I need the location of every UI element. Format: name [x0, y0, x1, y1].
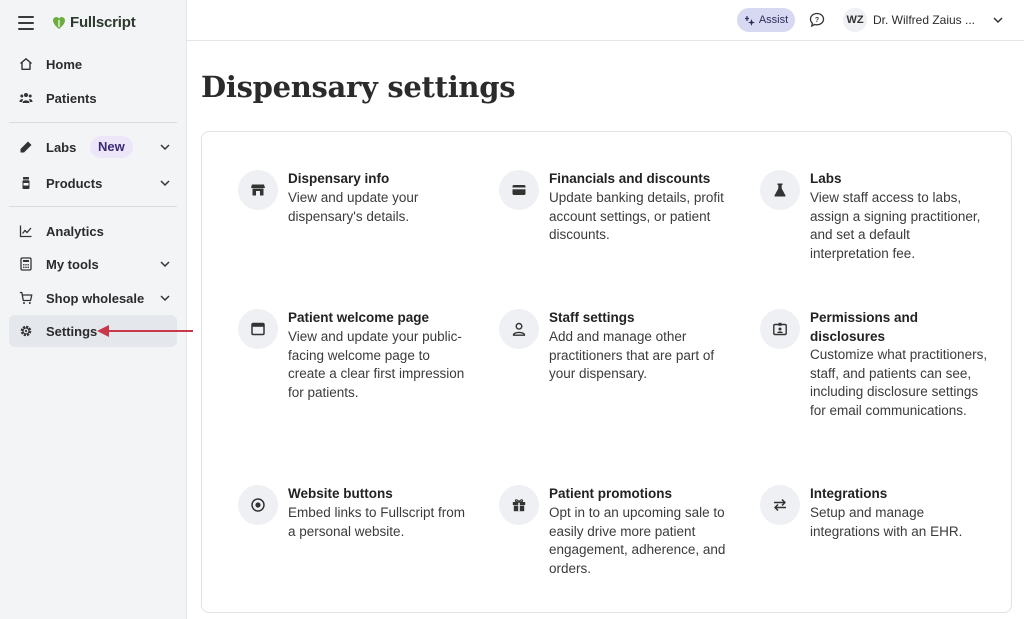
leaf-heart-icon: [53, 16, 65, 29]
sidebar-item-labs[interactable]: Labs New: [9, 131, 177, 163]
tile-title: Staff settings: [549, 310, 635, 325]
tile-title: Dispensary info: [288, 171, 390, 186]
hamburger-menu-icon[interactable]: [18, 16, 34, 30]
dropper-icon: [20, 141, 32, 153]
sparkle-icon: [744, 15, 755, 26]
tile-icon-circle: [238, 170, 278, 210]
tile-icon-circle: [238, 309, 278, 349]
sidebar-item-shop-wholesale[interactable]: Shop wholesale: [9, 282, 177, 314]
brand-bar: Fullscript: [0, 0, 187, 46]
flask-icon: [774, 183, 786, 197]
user-menu[interactable]: WZ Dr. Wilfred Zaius ...: [843, 8, 1003, 32]
tile-description: Embed links to Fullscript from a persona…: [288, 505, 466, 539]
sidebar-divider: [9, 122, 177, 123]
tile-title: Labs: [810, 171, 842, 186]
chevron-down-icon: [160, 180, 170, 187]
sidebar: Fullscript Home Patients Labs New Produc…: [0, 0, 187, 619]
fullscript-logo[interactable]: Fullscript: [52, 14, 136, 31]
tile-description: Opt in to an upcoming sale to easily dri…: [549, 505, 726, 576]
annotation-arrow-icon: [97, 325, 193, 337]
tile-description: View staff access to labs, assign a sign…: [810, 190, 981, 261]
sidebar-item-patients[interactable]: Patients: [9, 82, 177, 114]
page-title: Dispensary settings: [201, 70, 516, 104]
tile-description: Update banking details, profit account s…: [549, 190, 724, 242]
help-chat-icon[interactable]: ?: [809, 12, 825, 28]
people-icon: [19, 93, 33, 103]
sidebar-item-label: Patients: [46, 90, 97, 106]
sidebar-item-home[interactable]: Home: [9, 48, 177, 80]
sidebar-item-label: Labs: [46, 139, 77, 155]
tile-description: View and update your public-facing welco…: [288, 329, 465, 400]
sidebar-item-label: My tools: [46, 256, 99, 272]
id-badge-icon: [773, 322, 787, 336]
svg-text:?: ?: [815, 17, 819, 24]
brand-name: Fullscript: [70, 14, 136, 31]
radio-button-icon: [251, 498, 265, 512]
calculator-icon: [20, 257, 32, 271]
tile-title: Integrations: [810, 486, 888, 501]
tile-title: Patient welcome page: [288, 310, 430, 325]
tile-title: Patient promotions: [549, 486, 673, 501]
browser-window-icon: [251, 322, 265, 336]
chevron-down-icon: [160, 144, 170, 151]
chevron-down-icon: [160, 295, 170, 302]
tile-icon-circle: [760, 309, 800, 349]
sidebar-divider: [9, 206, 177, 207]
store-icon: [251, 184, 265, 196]
gift-icon: [512, 499, 526, 512]
tile-description: Add and manage other practitioners that …: [549, 329, 715, 381]
sidebar-item-label: Products: [46, 175, 103, 191]
tile-title: Financials and discounts: [549, 171, 711, 186]
chevron-down-icon: [993, 17, 1003, 24]
top-header: Assist ? WZ Dr. Wilfred Zaius ...: [187, 0, 1024, 41]
user-name: Dr. Wilfred Zaius ...: [873, 13, 976, 27]
sidebar-item-my-tools[interactable]: My tools: [9, 248, 177, 280]
assist-label: Assist: [758, 14, 789, 26]
sidebar-item-products[interactable]: Products: [9, 167, 177, 199]
tile-icon-circle: [760, 485, 800, 525]
swap-arrows-icon: [774, 498, 786, 512]
bottle-icon: [22, 177, 30, 189]
tile-icon-circle: [499, 309, 539, 349]
cart-icon: [19, 291, 33, 304]
tile-icon-circle: [760, 170, 800, 210]
tile-title: Website buttons: [288, 486, 393, 501]
tile-icon-circle: [499, 170, 539, 210]
sidebar-item-label: Settings: [46, 323, 98, 339]
person-icon: [512, 322, 526, 336]
chevron-down-icon: [160, 261, 170, 268]
tile-description: Customize what practitioners, staff, and…: [810, 347, 988, 418]
sidebar-item-label: Shop wholesale: [46, 290, 145, 306]
sidebar-item-analytics[interactable]: Analytics: [9, 215, 177, 247]
new-badge: New: [90, 136, 133, 158]
tile-description: View and update your dispensary's detail…: [288, 190, 419, 224]
tile-title: Permissions and disclosures: [810, 310, 919, 344]
settings-card: Dispensary info View and update your dis…: [201, 131, 1012, 613]
tile-icon-circle: [238, 485, 278, 525]
sidebar-item-label: Home: [46, 56, 83, 72]
avatar: WZ: [843, 8, 867, 32]
tile-description: Setup and manage integrations with an EH…: [810, 505, 963, 539]
tile-icon-circle: [499, 485, 539, 525]
gear-icon: [20, 325, 32, 337]
credit-card-icon: [512, 185, 526, 195]
assist-button[interactable]: Assist: [737, 8, 795, 32]
sidebar-item-label: Analytics: [46, 223, 104, 239]
home-icon: [20, 58, 32, 70]
line-chart-icon: [19, 225, 32, 238]
